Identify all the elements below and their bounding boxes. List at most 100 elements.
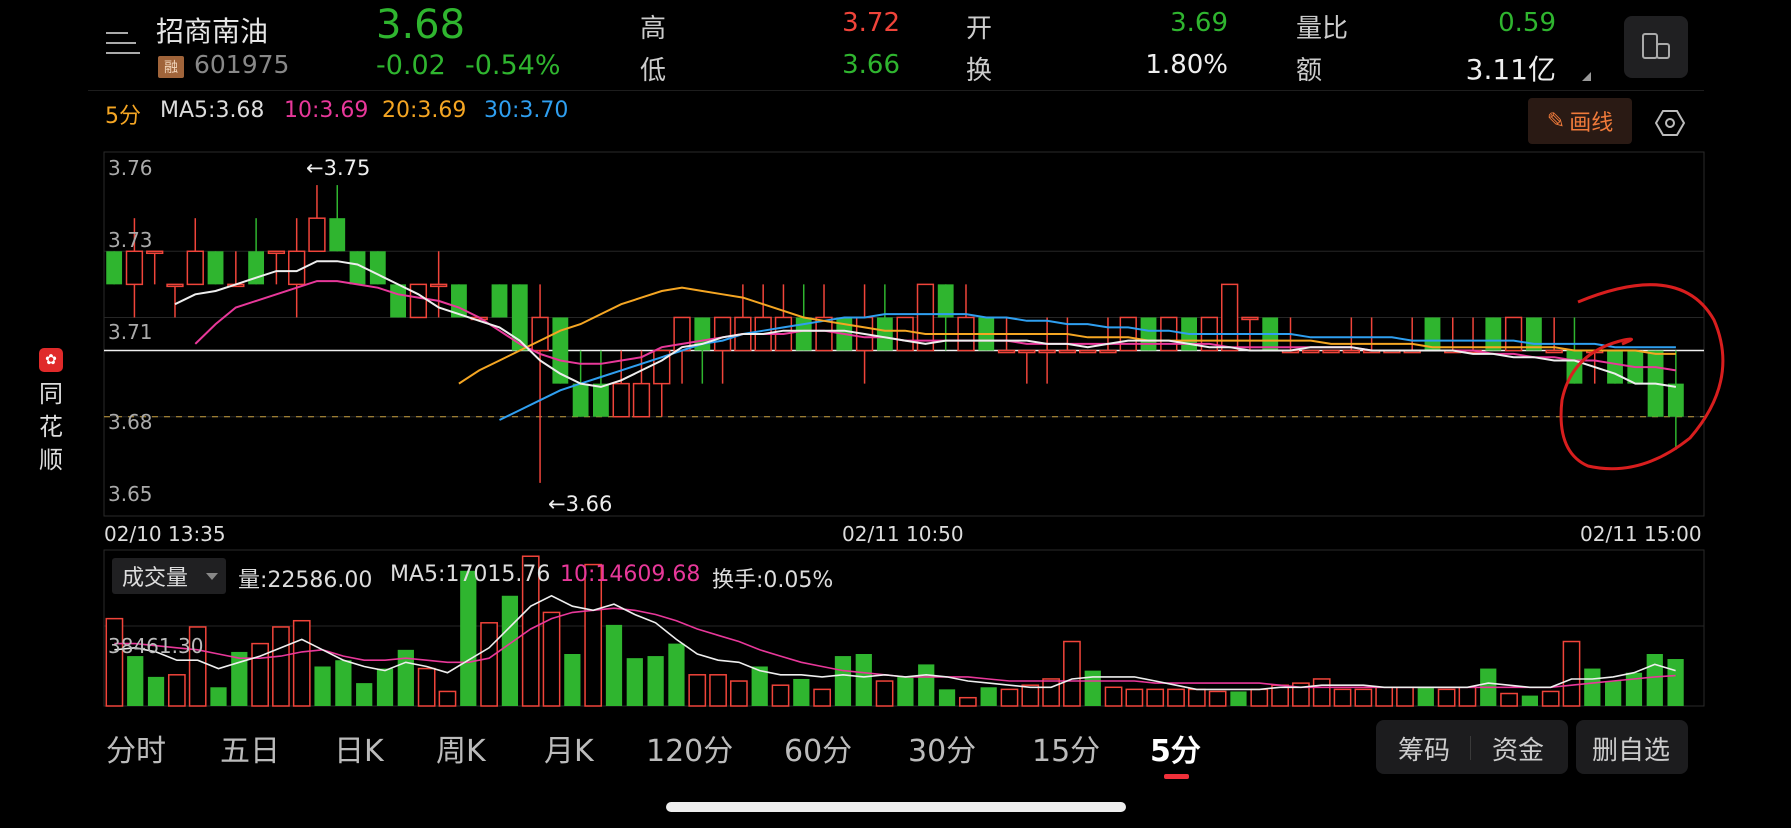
volume-bar-down [335, 660, 352, 706]
volume-bar-down [501, 595, 519, 706]
candle-body-up [632, 382, 651, 418]
remove-watchlist-button[interactable]: 删自选 [1592, 730, 1670, 767]
volume-bar-down [980, 687, 997, 706]
volume-bar-up [1021, 684, 1040, 707]
candle-body-down [937, 284, 954, 318]
volume-bar-up [1104, 686, 1123, 707]
volume-ma5: MA5:17015.76 [390, 562, 551, 587]
y-tick-3-73: 3.73 [108, 228, 153, 252]
candle-body-up [429, 283, 448, 288]
volume-bar-up [1167, 688, 1185, 707]
y-tick-3-68: 3.68 [108, 410, 153, 434]
volume-bar-up [1208, 690, 1227, 707]
volume-bar-down [605, 624, 623, 706]
tab-30min[interactable]: 30分 [908, 726, 976, 770]
candle-body-up [1504, 316, 1523, 352]
volume-bar-down [1667, 659, 1684, 706]
volume-bar-up [688, 674, 707, 707]
candle-body-up [1099, 349, 1117, 354]
volume-bar-down [855, 654, 872, 706]
volume-bar-up [730, 680, 748, 707]
tab-weekly-k[interactable]: 周K [436, 726, 486, 770]
volume-bar-up [292, 619, 311, 707]
volume-bar-up [1146, 688, 1165, 707]
candle-body-down [572, 383, 589, 417]
volume-bar-down [376, 668, 394, 706]
volume-bar-up [1063, 640, 1081, 707]
volume-bar-up [1541, 690, 1560, 707]
active-tab-indicator [1164, 774, 1189, 779]
volume-indicator-select[interactable]: 成交量 [112, 558, 226, 594]
volume-value: 量:22586.00 [238, 568, 373, 593]
volume-indicator-label: 成交量 [122, 566, 189, 591]
volume-bar-down [460, 570, 477, 706]
volume-bar-up [251, 642, 269, 707]
candle-body-up [997, 349, 1016, 354]
volume-bar-down [793, 678, 810, 706]
tab-15min[interactable]: 15分 [1032, 726, 1100, 770]
candle-body-down [1667, 383, 1684, 417]
volume-bar-down [127, 656, 144, 706]
volume-bar-down [147, 676, 165, 706]
volume-bar-down [1417, 687, 1434, 706]
volume-bar-up [417, 667, 436, 707]
tab-60min[interactable]: 60分 [784, 726, 852, 770]
volume-bar-down [918, 664, 935, 706]
candle-body-up [1160, 316, 1178, 352]
tab-120min[interactable]: 120分 [646, 726, 733, 770]
tab-monthly-k[interactable]: 月K [544, 726, 594, 770]
tab-five-day[interactable]: 五日 [220, 726, 280, 770]
volume-bar-up [709, 674, 727, 707]
caret-down-icon [206, 573, 218, 580]
tab-daily-k[interactable]: 日K [334, 726, 384, 770]
home-indicator [666, 802, 1126, 812]
volume-bar-down [897, 676, 914, 706]
volume-bar-down [668, 643, 685, 706]
candle-body-up [1302, 349, 1320, 354]
low-annotation: ←3.66 [548, 492, 613, 516]
candle-body-down [876, 317, 893, 351]
candle-body-up [1342, 349, 1361, 354]
volume-bar-up [1375, 686, 1394, 707]
volume-bar-down [626, 658, 643, 706]
volume-bar-up [1187, 688, 1206, 707]
candle-body-down [1607, 350, 1623, 384]
volume-bar-down [647, 656, 664, 706]
candle-body-up [1322, 349, 1340, 354]
volume-bar-down [356, 683, 373, 706]
candle-body-up [1018, 349, 1036, 354]
volume-bar-up [875, 680, 894, 707]
volume-bar-up [1354, 688, 1373, 707]
kline-chart[interactable] [0, 0, 1791, 828]
tab-timeshare[interactable]: 分时 [106, 726, 166, 770]
volume-bar-up [958, 696, 977, 707]
volume-bar-up [272, 626, 290, 707]
candle-body-down [491, 284, 508, 318]
funds-button[interactable]: 资金 [1492, 730, 1544, 767]
candle-body-up [409, 283, 428, 319]
volume-bar-down [1521, 695, 1538, 706]
volume-ma10: 10:14609.68 [560, 562, 701, 587]
volume-bar-down [1084, 670, 1101, 706]
candle-body-down [106, 251, 123, 285]
volume-bar-up [1250, 688, 1269, 707]
button-separator [1470, 736, 1471, 760]
volume-bar-up [480, 622, 498, 707]
tab-5min[interactable]: 5分 [1150, 726, 1201, 770]
volume-bar-up [1458, 686, 1477, 707]
volume-bar-down [210, 687, 227, 706]
volume-bar-up [1333, 688, 1352, 707]
candle-body-up [1058, 349, 1077, 354]
candle-body-down [329, 218, 346, 252]
volume-bar-up [1396, 686, 1414, 707]
y-tick-3-65: 3.65 [108, 482, 153, 506]
candle-body-down [1140, 317, 1157, 351]
candle-body-up [125, 250, 144, 286]
candle-body-down [369, 251, 386, 285]
volume-bar-down [314, 666, 331, 706]
chips-button[interactable]: 筹码 [1398, 730, 1450, 767]
x-label-mid: 02/11 10:50 [842, 522, 964, 546]
volume-bar-up [1042, 678, 1060, 707]
volume-bar-down [1584, 668, 1601, 706]
candle-body-up [1241, 316, 1259, 321]
